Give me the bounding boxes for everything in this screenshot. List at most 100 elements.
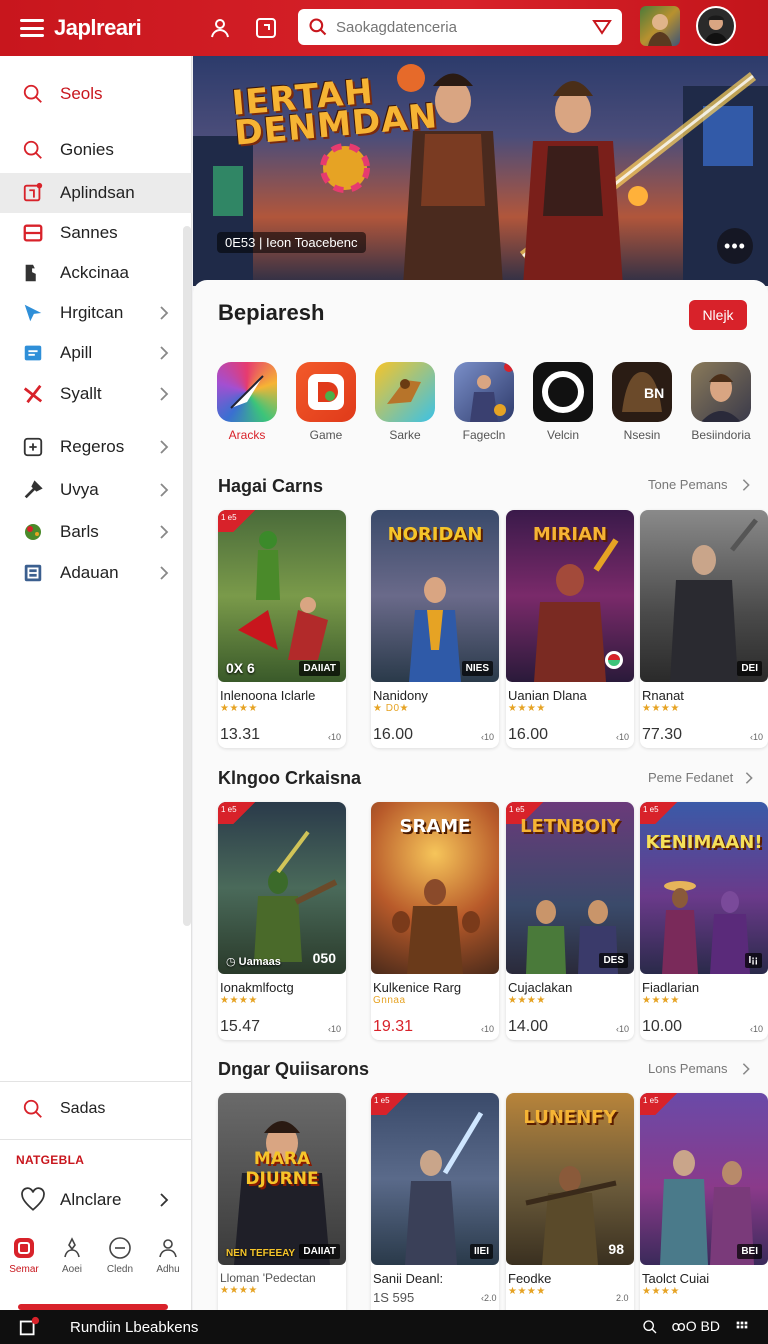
game-card[interactable]: 1 e5 LETNBOIY DES Cujaclakan ★★★★ 14.00 …	[506, 802, 634, 1040]
sidebar-item-label: Uvya	[60, 480, 99, 499]
app-icon-row: Aracks Game Sarke Fagecln Velcin BN Nses…	[217, 362, 757, 452]
sidebar-item-label: Regeros	[60, 437, 125, 456]
grid-menu-icon[interactable]	[734, 1319, 750, 1335]
app-icon: BN	[612, 362, 672, 422]
game-avatar[interactable]	[640, 6, 680, 46]
sidebar-item-gonies[interactable]: Gonies	[0, 130, 192, 170]
card-price: 19.31	[373, 1018, 414, 1035]
dropdown-triangle-icon[interactable]	[592, 19, 612, 35]
section-see-all-link[interactable]: Tone Pemans	[648, 477, 754, 492]
new-ribbon: 1 e5	[640, 1093, 680, 1115]
hero-banner[interactable]: IERTAH DENMDAN 0E53 | Ieon Toacebenc •••	[193, 56, 768, 286]
game-card[interactable]: LUNENFY 98 Feodke ★★★★ 2.0	[506, 1093, 634, 1310]
game-card[interactable]: 1 e5 BEI Taolct Cuiai ★★★★	[640, 1093, 768, 1310]
card-price: 14.00	[508, 1018, 549, 1035]
chevron-right-icon	[742, 478, 750, 491]
game-card[interactable]: 1 e5 0X 6 DAIIAT Inlenoona Iclarle ★★★★ …	[218, 510, 346, 748]
sidebar-item-regeros[interactable]: Regeros	[0, 427, 192, 467]
app-icon	[375, 362, 435, 422]
app-game[interactable]: Game	[296, 362, 356, 442]
app-label: Sarke	[389, 428, 421, 442]
tools-icon	[20, 477, 46, 503]
bottom-nav-label: Adhu	[156, 1264, 180, 1275]
card-overlay-text: Uamaas	[238, 956, 281, 968]
sidebar-item-syallt[interactable]: Syallt	[0, 374, 192, 414]
card-art-title: MARA DJURNE	[245, 1149, 319, 1189]
sidebar-item-sannes[interactable]: Sannes	[0, 213, 192, 253]
profile-outline-icon[interactable]	[208, 16, 232, 40]
chevron-right-icon	[160, 387, 169, 401]
game-card[interactable]: MARA DJURNE NEN TEFEEAY DAIIAT Lloman 'P…	[218, 1093, 346, 1310]
game-card[interactable]: DEI Rnanat ★★★★ 77.30 ‹10	[640, 510, 768, 748]
sidebar-bottom-search[interactable]: Sadas	[0, 1089, 192, 1129]
sidebar-item-ackcinaa[interactable]: Ackcinaa	[0, 253, 192, 293]
card-badge: IIEI	[469, 1244, 493, 1259]
chevron-right-icon	[160, 440, 169, 454]
game-card-art: MIRIAN	[506, 510, 634, 682]
sidebar-item-aplindsan[interactable]: Aplindsan	[0, 173, 192, 213]
sidebar-divider	[0, 1139, 192, 1140]
bottom-nav-adhu[interactable]: Adhu	[146, 1236, 190, 1296]
app-besiindoria[interactable]: Besiindoria	[691, 362, 751, 442]
sidebar-item-favorite[interactable]: Alnclare	[0, 1180, 192, 1220]
notification-icon[interactable]	[18, 1316, 40, 1338]
cross-icon	[20, 381, 46, 407]
game-card[interactable]: NORIDAN NIES Nanidony ★ D0★ 16.00 ‹10	[371, 510, 499, 748]
sidebar-item-hrgitcan[interactable]: Hrgitcan	[0, 293, 192, 333]
app-nsesin[interactable]: BN Nsesin	[612, 362, 672, 442]
sidebar-item-barls[interactable]: Barls	[0, 512, 192, 552]
app-aracks[interactable]: Aracks	[217, 362, 277, 442]
app-velcin[interactable]: Velcin	[533, 362, 593, 442]
chevron-right-icon	[746, 771, 754, 784]
profile-icon	[64, 1237, 80, 1258]
menu-icon[interactable]	[20, 19, 44, 37]
app-label: Game	[309, 428, 343, 442]
sidebar-item-label: Aplindsan	[60, 183, 135, 202]
bottom-nav-cledn[interactable]: Cledn	[98, 1236, 142, 1296]
card-price: 13.31	[220, 726, 261, 743]
rating-stars: ★★★★	[508, 703, 546, 714]
search-bar[interactable]	[298, 9, 622, 45]
section-see-all-link[interactable]: Lons Pemans	[648, 1061, 754, 1076]
game-card[interactable]: 1 e5 KENIMAAN! I¡¡ Fiadlarian ★★★★ 10.00…	[640, 802, 768, 1040]
more-options-icon[interactable]: •••	[717, 228, 753, 264]
doc-icon	[20, 340, 46, 366]
rating-stars: ★★★★	[220, 1285, 258, 1296]
game-card[interactable]: 1 e5 IIEI Sanii Deanl: 1S 595 ‹2.0	[371, 1093, 499, 1310]
rating-stars: Gnnaa	[373, 995, 406, 1006]
user-icon	[159, 1239, 177, 1258]
rating-stars: ★★★★	[220, 703, 258, 714]
sidebar-item-apill[interactable]: Apill	[0, 333, 192, 373]
sidebar-item-label: Syallt	[60, 384, 102, 403]
card-tag: ‹10	[481, 1024, 495, 1034]
chevron-right-icon	[160, 483, 169, 497]
square-badge-icon[interactable]	[254, 16, 278, 40]
game-card-art: 1 e5 KENIMAAN! I¡¡	[640, 802, 768, 974]
card-tag: 2.0	[616, 1293, 629, 1303]
search-icon[interactable]	[642, 1319, 658, 1335]
header-action-button[interactable]: Nlejk	[689, 300, 747, 330]
bottom-nav-aoei[interactable]: Aoei	[50, 1236, 94, 1296]
user-avatar[interactable]	[696, 6, 736, 46]
card-title: Kulkenice Rarg	[373, 980, 462, 995]
game-card[interactable]: SRAME Kulkenice Rarg Gnnaa 19.31 ‹10	[371, 802, 499, 1040]
sidebar-item-seols[interactable]: Seols	[0, 74, 192, 114]
taskbar-tray: ꚙO BD	[642, 1318, 751, 1335]
sidebar-item-uvya[interactable]: Uvya	[0, 470, 192, 510]
app-icon	[454, 362, 514, 422]
rating-stars: ★ D0★	[373, 703, 409, 714]
sidebar-item-label: Ackcinaa	[60, 263, 129, 282]
card-price: 16.00	[508, 726, 549, 743]
game-card[interactable]: MIRIAN Uanian Dlana ★★★★ 16.00 ‹10	[506, 510, 634, 748]
section-see-all-link[interactable]: Peme Fedanet	[648, 770, 757, 785]
card-tag: ‹10	[750, 732, 764, 742]
app-fagecln[interactable]: Fagecln	[454, 362, 514, 442]
bottom-nav-semar[interactable]: Semar	[2, 1236, 46, 1296]
game-card-art: LUNENFY 98	[506, 1093, 634, 1265]
game-card[interactable]: 1 e5 ◷ Uamaas 050 Ionakmlfoctg ★★★★ 15.4…	[218, 802, 346, 1040]
search-input[interactable]	[336, 18, 592, 36]
app-sarke[interactable]: Sarke	[375, 362, 435, 442]
sidebar-scrollbar[interactable]	[183, 226, 191, 926]
arrow-icon	[20, 300, 46, 326]
sidebar-item-adauan[interactable]: Adauan	[0, 553, 192, 593]
